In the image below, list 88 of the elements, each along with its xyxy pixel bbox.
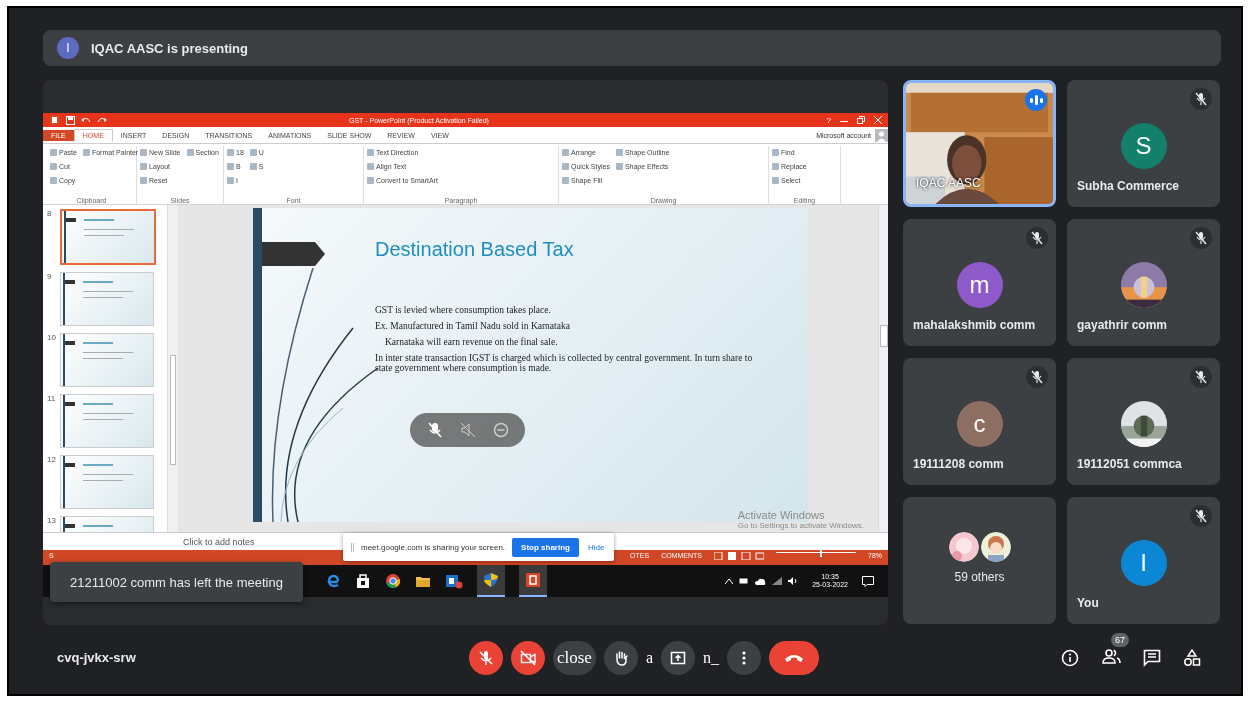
participant-tile[interactable]: 59 others <box>903 497 1056 624</box>
leave-call-button[interactable] <box>769 640 819 675</box>
captions-button[interactable]: close <box>552 640 596 675</box>
participant-count-badge: 67 <box>1111 632 1129 647</box>
slide-number: 11 <box>47 394 57 405</box>
participant-name: 59 others <box>954 569 1005 584</box>
participant-tile[interactable]: m mahalakshmib comm <box>903 219 1056 346</box>
stop-sharing-button[interactable]: Stop sharing <box>512 537 579 557</box>
slide-number: 8 <box>47 209 53 220</box>
participant-tile[interactable]: 19112051 commca <box>1067 358 1220 485</box>
participant-name: You <box>1077 596 1099 610</box>
scrollbar[interactable] <box>167 205 178 532</box>
chrome-icon[interactable] <box>385 573 401 589</box>
cloud-icon[interactable] <box>755 577 767 585</box>
more-icon <box>742 650 746 665</box>
participant-name: gayathrir comm <box>1077 318 1168 332</box>
restore-icon[interactable] <box>857 116 865 124</box>
hide-button[interactable]: Hide <box>585 540 607 554</box>
avatar: c <box>956 400 1003 447</box>
close-icon[interactable] <box>874 116 882 124</box>
slide-paragraph: Ex. Manufactured in Tamil Nadu sold in Karnataka <box>375 321 571 331</box>
slide-thumbnail[interactable] <box>60 333 154 387</box>
slide-paragraph: In inter state transaction IGST is charged which is collected by central government. In turn share to state government where consumption is made. <box>375 353 754 373</box>
minus-circle-icon[interactable] <box>492 422 509 438</box>
present-button[interactable] <box>661 640 695 675</box>
meeting-code: cvq-jvkx-srw <box>57 650 137 665</box>
more-options-button[interactable] <box>727 640 761 675</box>
volume-icon[interactable] <box>788 577 799 585</box>
participant-name: 19111208 comm <box>913 457 1004 471</box>
scrollbar[interactable] <box>878 205 888 532</box>
slide-thumbnail[interactable] <box>60 455 154 509</box>
mic-off-icon[interactable] <box>426 422 443 438</box>
presenter-avatar: I <box>57 37 79 59</box>
presentation-app-icon[interactable] <box>525 572 541 588</box>
sharing-message: meet.google.com is sharing your screen. <box>361 542 506 552</box>
participant-name: Subha Commerce <box>1077 179 1180 193</box>
icon-label: a <box>645 648 653 667</box>
phone-hangup-icon <box>784 652 804 663</box>
slide-title: Destination Based Tax <box>375 238 575 261</box>
drag-handle-icon[interactable] <box>351 542 354 552</box>
participant-tile[interactable]: c 19111208 comm <box>903 358 1056 485</box>
store-icon[interactable] <box>355 573 371 589</box>
shield-icon[interactable] <box>483 572 499 588</box>
participant-tile[interactable]: S Subha Commerce <box>1067 80 1220 207</box>
people-icon[interactable] <box>1101 646 1121 665</box>
notification-icon[interactable] <box>862 575 874 587</box>
camera-button[interactable] <box>510 640 545 675</box>
mic-off-icon <box>477 649 494 666</box>
present-screen-icon <box>670 649 686 666</box>
activation-text: Go to Settings to activate Windows. <box>737 521 864 530</box>
avatar: m <box>956 261 1003 308</box>
participant-name: 19112051 commca <box>1077 457 1182 471</box>
view-buttons-icon[interactable] <box>714 552 764 560</box>
microphone-button[interactable] <box>468 640 503 675</box>
presenting-text: IQAC AASC is presenting <box>91 40 248 56</box>
save-icon[interactable] <box>66 115 75 125</box>
slide-number: 13 <box>47 516 57 527</box>
activation-title: Activate Windows <box>737 509 826 521</box>
redo-icon[interactable] <box>97 115 107 125</box>
slide-paragraph: Karnataka will earn revenue on the final sale. <box>384 337 559 347</box>
slide-thumbnail[interactable] <box>60 394 154 448</box>
app-logo-icon <box>49 115 60 125</box>
avatar: I <box>1120 539 1167 586</box>
mail-app-icon[interactable] <box>445 573 463 589</box>
camera-off-icon <box>519 649 536 666</box>
help-button[interactable]: ? <box>826 115 831 125</box>
slide-thumbnail[interactable] <box>60 272 154 326</box>
participant-name: mahalakshmib comm <box>913 318 1036 332</box>
wifi-icon[interactable] <box>772 577 783 585</box>
slide-number: 10 <box>47 333 57 344</box>
info-icon[interactable] <box>1061 648 1079 667</box>
slide-paragraph: GST is levied where consumption takes place. <box>375 305 552 315</box>
browser-icon[interactable] <box>325 573 341 589</box>
battery-icon[interactable] <box>739 577 750 585</box>
avatar: S <box>1120 122 1167 169</box>
slide-number: 9 <box>47 272 53 283</box>
volume-off-icon[interactable] <box>459 422 476 438</box>
participant-tile[interactable]: gayathrir comm <box>1067 219 1220 346</box>
chat-icon[interactable] <box>1143 648 1161 667</box>
participant-tile[interactable]: I You <box>1067 497 1220 624</box>
slide-thumbnail[interactable] <box>60 209 156 265</box>
undo-icon[interactable] <box>81 115 91 125</box>
icon-label: n_ <box>703 648 719 667</box>
chevron-up-icon[interactable] <box>725 578 734 584</box>
slide-number: 12 <box>47 455 57 466</box>
raise-hand-button[interactable] <box>603 640 638 675</box>
activities-icon[interactable] <box>1183 648 1201 667</box>
notification-toast: 21211002 comm has left the meeting <box>50 562 303 602</box>
